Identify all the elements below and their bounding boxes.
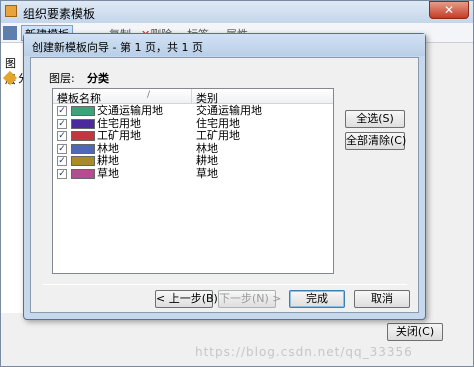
template-name: 耕地 — [97, 154, 119, 167]
finish-button[interactable]: 完成 — [289, 290, 345, 308]
sort-indicator-icon: / — [147, 90, 151, 100]
list-item[interactable]: ✓ 耕地 耕地 — [53, 155, 333, 168]
row-checkbox[interactable]: ✓ — [57, 143, 67, 154]
column-header-template-name[interactable]: 模板名称 — [57, 90, 101, 106]
wizard-title: 创建新模板向导 - 第 1 页，共 1 页 — [32, 41, 203, 54]
list-header: 模板名称 / 类别 — [53, 89, 333, 106]
list-rows: ✓ 交通运输用地 交通运输用地 ✓ 住宅用地 住宅用地 ✓ 工矿用地 工矿用地 — [53, 105, 333, 180]
toolbar-menu-icon[interactable] — [3, 26, 17, 40]
template-name: 住宅用地 — [97, 116, 141, 130]
template-category: 草地 — [196, 166, 218, 180]
app-icon — [5, 5, 17, 17]
row-checkbox[interactable]: ✓ — [57, 156, 67, 166]
outer-window-title: 组织要素模板 — [23, 7, 96, 21]
column-separator[interactable] — [191, 89, 192, 104]
row-checkbox[interactable]: ✓ — [57, 106, 67, 116]
list-item[interactable]: ✓ 交通运输用地 交通运输用地 — [53, 105, 333, 118]
layer-panel: 图层 分 — [1, 43, 29, 313]
clear-all-button[interactable]: 全部清除(C) — [345, 132, 406, 150]
watermark: https://blog.csdn.net/qq_33356 — [195, 345, 413, 359]
layer-value: 分类 — [87, 72, 109, 85]
color-swatch — [71, 106, 95, 116]
template-category: 交通运输用地 — [196, 104, 262, 117]
template-name: 交通运输用地 — [97, 104, 163, 117]
new-template-wizard-dialog: 创建新模板向导 - 第 1 页，共 1 页 图层: 分类 模板名称 / 类别 ✓… — [23, 33, 426, 320]
layer-label: 图层: — [49, 72, 75, 85]
list-item[interactable]: ✓ 草地 草地 — [53, 166, 333, 181]
close-button[interactable]: 关闭(C) — [387, 323, 443, 341]
row-checkbox[interactable]: ✓ — [57, 131, 67, 141]
outer-titlebar: 组织要素模板 ✕ — [1, 1, 473, 23]
button-divider — [43, 284, 407, 285]
wizard-body: 图层: 分类 模板名称 / 类别 ✓ 交通运输用地 交通运输用地 ✓ 住宅用地 … — [30, 57, 419, 313]
list-item[interactable]: ✓ 工矿用地 工矿用地 — [53, 130, 333, 143]
color-swatch — [71, 143, 95, 154]
color-swatch — [71, 156, 95, 166]
template-list[interactable]: 模板名称 / 类别 ✓ 交通运输用地 交通运输用地 ✓ 住宅用地 住宅用地 ✓ … — [52, 88, 334, 274]
next-button[interactable]: 下一步(N) > — [218, 290, 282, 308]
outer-close-icon[interactable]: ✕ — [429, 1, 469, 19]
color-swatch — [71, 168, 95, 179]
color-swatch — [71, 131, 95, 141]
list-item[interactable]: ✓ 林地 林地 — [53, 141, 333, 156]
template-category: 耕地 — [196, 154, 218, 167]
row-checkbox[interactable]: ✓ — [57, 168, 67, 179]
wizard-titlebar: 创建新模板向导 - 第 1 页，共 1 页 — [24, 34, 425, 56]
cancel-button[interactable]: 取消 — [354, 290, 410, 308]
template-name: 工矿用地 — [97, 129, 141, 142]
color-swatch — [71, 118, 95, 129]
template-name: 林地 — [97, 141, 119, 155]
template-category: 林地 — [196, 141, 218, 155]
template-category: 住宅用地 — [196, 116, 240, 130]
template-name: 草地 — [97, 166, 119, 180]
select-all-button[interactable]: 全选(S) — [345, 110, 405, 128]
template-category: 工矿用地 — [196, 129, 240, 142]
prev-button[interactable]: < 上一步(B) — [155, 290, 218, 308]
list-item[interactable]: ✓ 住宅用地 住宅用地 — [53, 116, 333, 131]
row-checkbox[interactable]: ✓ — [57, 118, 67, 129]
